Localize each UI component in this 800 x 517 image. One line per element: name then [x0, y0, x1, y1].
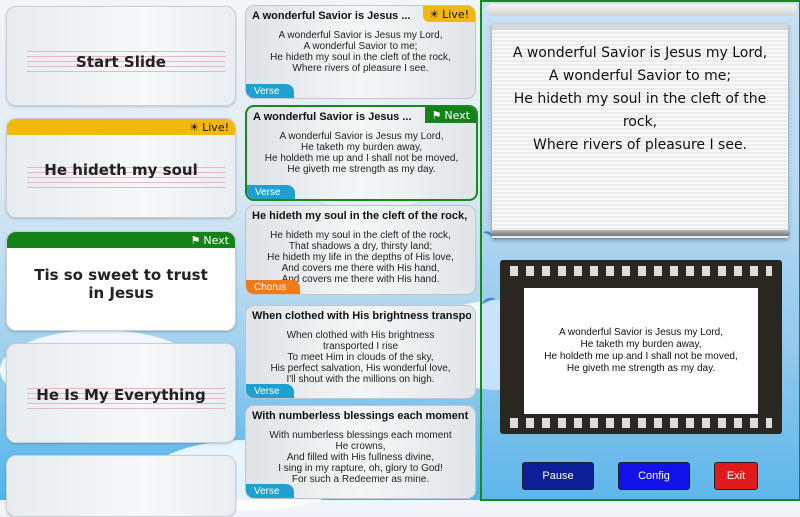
live-screen-text: A wonderful Savior is Jesus my Lord, A w…	[498, 42, 782, 157]
next-label: Next	[444, 108, 470, 122]
chorus-tag: Chorus	[246, 280, 301, 294]
verse-line: A wonderful Savior is Jesus my Lord,	[279, 131, 444, 142]
verse-line: He giveth me strength as my day.	[287, 164, 436, 175]
output-panel: A wonderful Savior is Jesus my Lord, A w…	[480, 0, 800, 501]
slide-card-live[interactable]: ☀ Live! He hideth my soul	[6, 118, 236, 218]
projector-screen-rod	[486, 4, 798, 16]
verse-body: He hideth my soul in the cleft of the ro…	[250, 230, 471, 285]
verse-line: I sing in my rapture, oh, glory to God!	[278, 463, 443, 474]
verse-heading: When clothed with His brightness transpo…	[252, 310, 471, 322]
verse-line: A wonderful Savior is Jesus my Lord,	[278, 30, 443, 41]
verse-body: With numberless blessings each moment He…	[250, 430, 471, 485]
verse-line: He hideth my soul in the cleft of the ro…	[270, 230, 451, 241]
verse-tag: Verse	[246, 484, 294, 498]
verse-line: To meet Him in clouds of the sky,	[287, 352, 434, 363]
verse-line: He holdeth me up and I shall not be move…	[264, 153, 459, 164]
verse-heading: He hideth my soul in the cleft of the ro…	[252, 210, 468, 222]
preview-line: He holdeth me up and I shall not be move…	[544, 351, 738, 362]
verse-tag: Verse	[246, 384, 294, 398]
verse-body: A wonderful Savior is Jesus my Lord, A w…	[250, 30, 471, 74]
verse-tag: Verse	[247, 185, 295, 199]
verse-line: He crowns,	[335, 441, 386, 452]
preview-frame: A wonderful Savior is Jesus my Lord, He …	[524, 288, 758, 414]
sun-icon: ☀	[429, 7, 440, 21]
live-line: rock,	[622, 114, 658, 130]
slide-title: He Is My Everything	[36, 386, 206, 404]
live-screen: A wonderful Savior is Jesus my Lord, A w…	[492, 24, 788, 238]
projector-screen-bottom	[490, 230, 790, 236]
live-line: He hideth my soul in the cleft of the	[513, 91, 767, 107]
verse-line: His perfect salvation, His wonderful lov…	[270, 363, 451, 374]
preview-line: A wonderful Savior is Jesus my Lord,	[559, 327, 723, 338]
next-label: Next	[203, 233, 229, 247]
verse-line: Where rivers of pleasure I see.	[292, 63, 429, 74]
preview-line: He taketh my burden away,	[580, 339, 702, 350]
config-button[interactable]: Config	[618, 462, 690, 490]
verse-body: When clothed with His brightness transpo…	[250, 330, 471, 385]
verse-tag: Verse	[246, 84, 294, 98]
live-badge: ☀ Live!	[7, 119, 235, 135]
verse-line: With numberless blessings each moment	[269, 430, 452, 441]
live-line: A wonderful Savior to me;	[548, 68, 732, 84]
slide-title: Tis so sweet to trust in Jesus	[34, 266, 208, 302]
verse-line: transported I rise	[322, 341, 399, 352]
verse-heading: A wonderful Savior is Jesus ...	[252, 10, 411, 22]
verse-body: A wonderful Savior is Jesus my Lord, He …	[251, 131, 472, 175]
slide-card-start[interactable]: Start Slide	[6, 6, 236, 106]
verse-line: That shadows a dry, thirsty land;	[288, 241, 433, 252]
verse-line: He hideth my life in the depths of His l…	[267, 252, 454, 263]
verse-line: A wonderful Savior to me;	[303, 41, 418, 52]
live-label: Live!	[442, 7, 469, 21]
verse-card[interactable]: With numberless blessings each moment H.…	[245, 405, 476, 499]
slide-title: Start Slide	[76, 53, 166, 71]
verse-line: And covers me there with His hand,	[281, 263, 440, 274]
exit-button[interactable]: Exit	[714, 462, 758, 490]
live-badge: ☀ Live!	[423, 6, 475, 22]
verse-line: And filled with His fullness divine,	[286, 452, 435, 463]
verse-line: He hideth my soul in the cleft of the ro…	[270, 52, 451, 63]
film-perforations	[510, 418, 772, 428]
verse-card-next[interactable]: A wonderful Savior is Jesus ... ⚑ Next A…	[245, 105, 478, 201]
preview-filmstrip: A wonderful Savior is Jesus my Lord, He …	[500, 260, 782, 434]
sun-icon: ☀	[189, 120, 200, 134]
slide-card[interactable]: He Is My Everything	[6, 343, 236, 443]
pause-button[interactable]: Pause	[522, 462, 594, 490]
live-line: A wonderful Savior is Jesus my Lord,	[512, 45, 768, 61]
next-badge: ⚑ Next	[7, 232, 235, 248]
verse-line: He taketh my burden away,	[301, 142, 422, 153]
verse-heading: With numberless blessings each moment H.…	[252, 410, 471, 422]
verse-card[interactable]: He hideth my soul in the cleft of the ro…	[245, 205, 476, 295]
slide-title: He hideth my soul	[44, 161, 198, 179]
verse-line: When clothed with His brightness	[286, 330, 435, 341]
film-perforations	[510, 266, 772, 276]
verse-card-live[interactable]: A wonderful Savior is Jesus ... ☀ Live! …	[245, 5, 476, 99]
next-badge: ⚑ Next	[425, 107, 476, 123]
slide-card-next[interactable]: ⚑ Next Tis so sweet to trust in Jesus	[6, 231, 236, 331]
slide-card[interactable]	[6, 455, 236, 517]
flag-icon: ⚑	[431, 108, 442, 122]
preview-line: He giveth me strength as my day.	[566, 363, 716, 374]
live-line: Where rivers of pleasure I see.	[532, 137, 748, 153]
live-label: Live!	[202, 120, 229, 134]
verse-heading: A wonderful Savior is Jesus ...	[253, 111, 412, 123]
flag-icon: ⚑	[190, 233, 201, 247]
verse-card[interactable]: When clothed with His brightness transpo…	[245, 305, 476, 399]
